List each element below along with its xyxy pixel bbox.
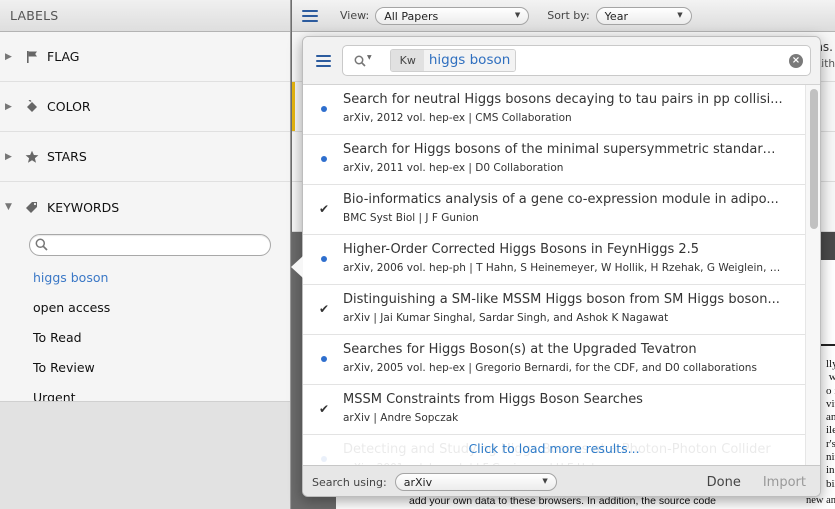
section-label: KEYWORDS [47,199,120,215]
search-field[interactable]: ▼ Kw higgs boson × [342,45,811,76]
result-title: MSSM Constraints from Higgs Boson Search… [343,392,643,407]
new-dot-icon [319,103,329,115]
result-meta: arXiv, 2005 vol. hep-ex | Gregorio Berna… [343,362,757,374]
result-title: Searches for Higgs Boson(s) at the Upgra… [343,342,697,357]
sort-popup-value: Year [604,9,628,23]
done-button[interactable]: Done [707,475,741,490]
result-row[interactable]: ✔ MSSM Constraints from Higgs Boson Searc… [303,385,805,435]
sort-popup[interactable]: Year ▼ [595,6,692,25]
tag-icon [21,198,43,216]
labels-sidebar: LABELS ▶ FLAG ▶ COLOR ▶ STARS ▼ KEYWORDS… [0,0,291,509]
flag-icon [21,48,43,66]
result-meta: arXiv, 2006 vol. hep-ph | T Hahn, S Hein… [343,262,783,274]
section-label: STARS [47,149,87,164]
keyword-search-input[interactable] [52,236,262,256]
result-meta: arXiv, 2012 vol. hep-ex | CMS Collaborat… [343,112,572,124]
checkmark-icon: ✔ [318,202,330,216]
keyword-search-field[interactable] [29,234,271,256]
keyword-list: higgs boson open access To Read To Revie… [0,262,290,412]
new-dot-icon [319,353,329,365]
results-list: Search for neutral Higgs bosons decaying… [303,85,805,465]
search-popover: ▼ Kw higgs boson × Search for neutral Hi… [302,36,821,497]
disclosure-triangle-right-icon[interactable]: ▶ [5,52,17,62]
chevron-down-icon: ▼ [514,10,521,19]
result-title: Higher-Order Corrected Higgs Bosons in F… [343,242,700,257]
result-meta: arXiv | Jai Kumar Singhal, Sardar Singh,… [343,312,669,324]
result-title: Distinguishing a SM-like MSSM Higgs boso… [343,292,780,307]
chevron-down-icon: ▼ [367,54,372,61]
section-label: COLOR [47,99,91,114]
results-scrollbar[interactable] [805,85,820,465]
result-row[interactable]: Higher-Order Corrected Higgs Bosons in F… [303,235,805,285]
section-flag[interactable]: ▶ FLAG [0,32,290,82]
keyword-item-open-access[interactable]: open access [0,292,290,322]
new-dot-icon [319,153,329,165]
keyword-item-higgs-boson[interactable]: higgs boson [0,262,290,292]
popover-arrow [291,256,303,278]
result-meta: arXiv | Andre Sopczak [343,412,459,424]
disclosure-triangle-right-icon[interactable]: ▶ [5,102,17,112]
result-title: Search for Higgs bosons of the minimal s… [343,142,783,157]
sidebar-empty-area [0,401,290,509]
disclosure-triangle-right-icon[interactable]: ▶ [5,152,17,162]
paint-bucket-icon [21,98,43,116]
load-more-link[interactable]: Click to load more results... [303,435,805,465]
result-meta: arXiv, 2011 vol. hep-ex | D0 Collaborati… [343,162,564,174]
search-icon [35,238,48,251]
token-type: Kw [390,50,424,71]
result-title: Bio-informatics analysis of a gene co-ex… [343,192,779,207]
checkmark-icon: ✔ [318,402,330,416]
search-bar: ▼ Kw higgs boson × [303,37,820,85]
toolbar: View: All Papers ▼ Sort by: Year ▼ [292,0,835,32]
keyword-item-to-review[interactable]: To Review [0,352,290,382]
search-source-popup[interactable]: arXiv ▼ [394,473,557,491]
result-title: Search for neutral Higgs bosons decaying… [343,92,783,107]
result-meta: BMC Syst Biol | J F Gunion [343,212,479,224]
result-row[interactable]: Searches for Higgs Boson(s) at the Upgra… [303,335,805,385]
star-icon [21,148,43,166]
result-row[interactable]: ✔ Distinguishing a SM-like MSSM Higgs bos… [303,285,805,335]
section-label: FLAG [47,49,80,64]
section-color[interactable]: ▶ COLOR [0,82,290,132]
section-stars[interactable]: ▶ STARS [0,132,290,182]
result-row[interactable]: Search for Higgs bosons of the minimal s… [303,135,805,185]
page-column-text: lly r we o in vity ana ile c r's nits in… [826,358,835,490]
view-popup-value: All Papers [384,9,439,23]
checkmark-icon: ✔ [318,302,330,316]
view-popup[interactable]: All Papers ▼ [375,6,530,25]
clear-search-icon[interactable]: × [789,54,803,68]
menu-icon[interactable] [316,54,331,67]
scrollbar-thumb[interactable] [810,89,818,229]
section-keywords[interactable]: ▼ KEYWORDS [0,182,290,232]
search-using-label: Search using: [312,475,387,489]
search-options-button[interactable]: ▼ [354,54,372,67]
result-row[interactable]: ✔ Bio-informatics analysis of a gene co-e… [303,185,805,235]
popover-footer: Search using: arXiv ▼ Done Import [303,465,820,496]
import-button[interactable]: Import [763,475,806,490]
result-row[interactable]: Search for neutral Higgs bosons decaying… [303,85,805,135]
view-label: View: [340,9,370,22]
sidebar-header: LABELS [0,0,290,32]
keyword-item-to-read[interactable]: To Read [0,322,290,352]
token-value: higgs boson [423,50,516,71]
disclosure-triangle-down-icon[interactable]: ▼ [5,202,17,212]
menu-icon[interactable] [302,9,318,22]
search-icon [354,55,366,67]
chevron-down-icon: ▼ [677,10,683,19]
sort-label: Sort by: [547,9,590,22]
chevron-down-icon: ▼ [542,477,548,485]
new-dot-icon [319,253,329,265]
search-source-value: arXiv [403,476,433,489]
search-token[interactable]: Kw higgs boson [389,49,517,72]
